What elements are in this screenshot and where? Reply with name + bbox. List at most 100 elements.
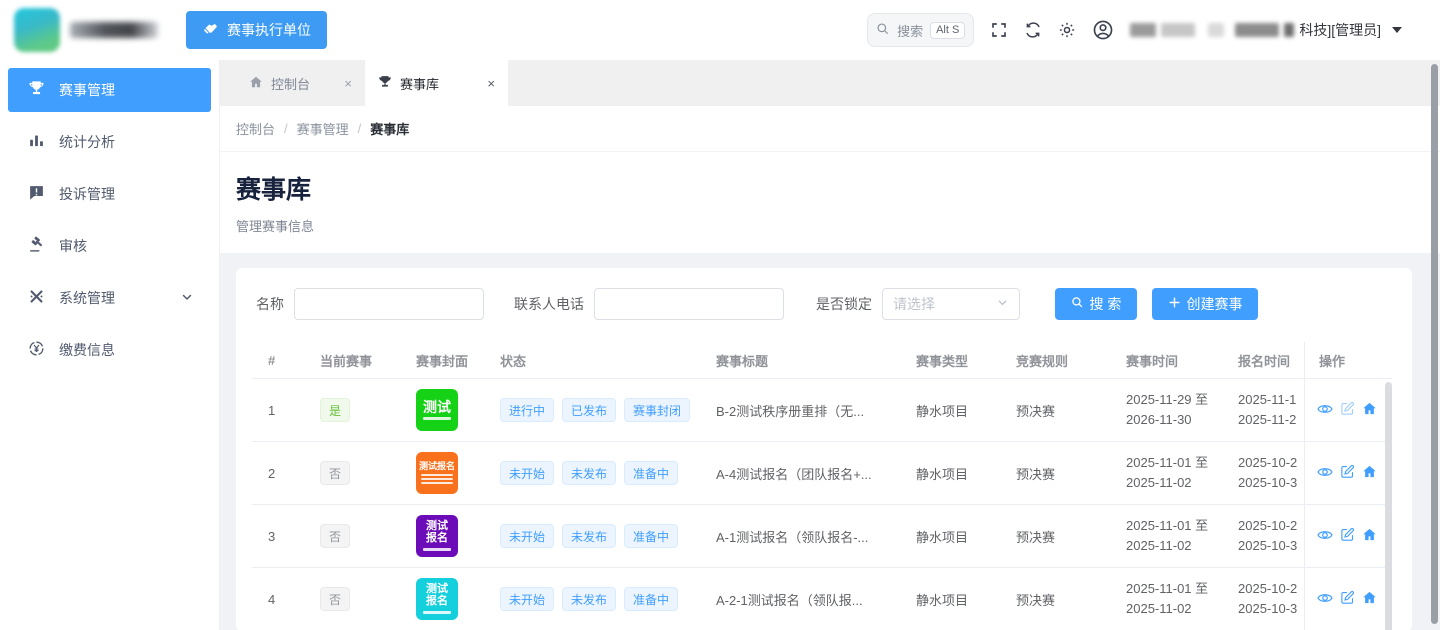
reg-time-start: 2025-10-2 xyxy=(1238,453,1297,473)
sidebar-item-audit[interactable]: 审核 xyxy=(8,224,211,268)
tab-label: 赛事库 xyxy=(400,74,439,93)
event-title: A-4测试报名（团队报名+... xyxy=(700,442,900,504)
event-cover-image[interactable]: 测试 报名 xyxy=(416,578,458,620)
org-unit-button[interactable]: 赛事执行单位 xyxy=(186,11,327,49)
home-icon[interactable] xyxy=(1362,401,1377,419)
sidebar-item-statistics[interactable]: 统计分析 xyxy=(8,120,211,164)
event-rule: 预决赛 xyxy=(1000,568,1110,630)
col-header-cover: 赛事封面 xyxy=(400,342,484,378)
col-header-title: 赛事标题 xyxy=(700,342,900,378)
row-index: 2 xyxy=(252,442,304,504)
sidebar-item-payment[interactable]: 缴费信息 xyxy=(8,328,211,372)
row-actions xyxy=(1305,442,1384,505)
view-icon[interactable] xyxy=(1317,590,1333,609)
global-search[interactable]: 搜索 Alt S xyxy=(867,13,974,47)
current-event-badge: 否 xyxy=(320,461,350,485)
event-type: 静水项目 xyxy=(900,568,1000,630)
breadcrumb-item[interactable]: 控制台 xyxy=(236,119,275,138)
reg-time-end: 2025-10-3 xyxy=(1238,536,1297,556)
event-time-start: 2025-11-01 至 xyxy=(1126,579,1208,599)
table-scrollbar[interactable] xyxy=(1385,382,1392,630)
sidebar-item-label: 系统管理 xyxy=(59,288,115,308)
status-badge: 赛事封闭 xyxy=(624,398,690,422)
main-area: 控制台 × 赛事库 × 控制台 / 赛事管理 / 赛事库 赛事库 管理赛事信息 … xyxy=(220,60,1440,630)
reg-time-start: 2025-10-2 xyxy=(1238,579,1297,599)
sidebar: 赛事管理 统计分析 投诉管理 审核 系统管理 缴费信息 xyxy=(0,60,220,630)
cover-text: 报名 xyxy=(426,596,448,608)
event-title: A-1测试报名（领队报名-... xyxy=(700,505,900,567)
event-cover-image[interactable]: 测试 报名 xyxy=(416,515,458,557)
trophy-icon xyxy=(28,80,45,100)
user-menu[interactable]: 科技][管理员] xyxy=(1130,20,1402,40)
close-icon[interactable]: × xyxy=(344,77,352,90)
user-avatar-icon[interactable] xyxy=(1092,19,1114,41)
page-scrollbar[interactable] xyxy=(1431,64,1438,624)
actions-column: 操作 xyxy=(1304,342,1384,630)
reg-time-start: 2025-10-2 xyxy=(1238,516,1297,536)
phone-filter-input[interactable] xyxy=(594,288,784,320)
search-button[interactable]: 搜 索 xyxy=(1055,288,1137,320)
fullscreen-icon[interactable] xyxy=(990,21,1008,39)
event-time-end: 2025-11-02 xyxy=(1126,473,1208,493)
col-header-current: 当前赛事 xyxy=(304,342,400,378)
tab-label: 控制台 xyxy=(271,74,310,93)
col-header-index: # xyxy=(252,342,304,378)
row-actions xyxy=(1305,568,1384,630)
current-event-badge: 是 xyxy=(320,398,350,422)
refresh-icon[interactable] xyxy=(1024,21,1042,39)
home-icon[interactable] xyxy=(1362,590,1377,608)
sidebar-item-system[interactable]: 系统管理 xyxy=(8,276,211,320)
sidebar-item-label: 审核 xyxy=(59,236,87,256)
edit-icon[interactable] xyxy=(1340,464,1355,482)
table-row: 1 是 测试 进行中 已发布 赛事封闭 B-2测试秩序册重排（无... xyxy=(252,379,1392,442)
app-logo xyxy=(14,8,174,52)
logo-image-redacted xyxy=(14,8,60,52)
name-filter-input[interactable] xyxy=(294,288,484,320)
event-rule: 预决赛 xyxy=(1000,379,1110,441)
breadcrumb: 控制台 / 赛事管理 / 赛事库 xyxy=(220,106,1440,152)
table-header-row: # 当前赛事 赛事封面 状态 赛事标题 赛事类型 竞赛规则 赛事时间 报名时间 xyxy=(252,342,1392,379)
event-time-start: 2025-11-01 至 xyxy=(1126,453,1208,473)
complaint-icon xyxy=(28,184,45,204)
event-cover-image[interactable]: 测试报名 xyxy=(416,452,458,494)
view-icon[interactable] xyxy=(1317,401,1333,420)
create-event-button[interactable]: 创建赛事 xyxy=(1152,288,1258,320)
close-icon[interactable]: × xyxy=(487,77,495,90)
breadcrumb-item[interactable]: 赛事管理 xyxy=(297,119,349,138)
sidebar-item-event-management[interactable]: 赛事管理 xyxy=(8,68,211,112)
lock-filter-select[interactable]: 请选择 xyxy=(882,288,1020,320)
col-header-actions: 操作 xyxy=(1305,342,1384,379)
theme-brightness-icon[interactable] xyxy=(1058,21,1076,39)
status-badge: 进行中 xyxy=(500,398,554,422)
edit-icon[interactable] xyxy=(1340,590,1355,608)
view-icon[interactable] xyxy=(1317,527,1333,546)
event-title: B-2测试秩序册重排（无... xyxy=(700,379,900,441)
view-icon[interactable] xyxy=(1317,464,1333,483)
event-cover-image[interactable]: 测试 xyxy=(416,389,458,431)
status-badge: 未开始 xyxy=(500,461,554,485)
status-badge: 未发布 xyxy=(562,524,616,548)
current-event-badge: 否 xyxy=(320,524,350,548)
gavel-icon xyxy=(28,236,45,256)
edit-icon[interactable] xyxy=(1340,401,1355,419)
home-icon[interactable] xyxy=(1362,464,1377,482)
sidebar-item-complaints[interactable]: 投诉管理 xyxy=(8,172,211,216)
status-cell: 未开始 未发布 准备中 xyxy=(484,505,700,567)
cover-caption-line xyxy=(421,478,453,480)
plus-icon xyxy=(1168,296,1181,312)
cover-text: 报名 xyxy=(426,533,448,545)
status-badge: 未开始 xyxy=(500,524,554,548)
edit-icon[interactable] xyxy=(1340,527,1355,545)
current-event-badge: 否 xyxy=(320,587,350,611)
breadcrumb-separator: / xyxy=(284,121,288,136)
reg-time-end: 2025-11-2 xyxy=(1238,410,1296,430)
breadcrumb-item-current: 赛事库 xyxy=(370,119,409,138)
tab-event-library[interactable]: 赛事库 × xyxy=(365,60,508,106)
tab-console[interactable]: 控制台 × xyxy=(236,60,365,106)
home-icon xyxy=(249,75,263,92)
row-index: 3 xyxy=(252,505,304,567)
home-icon[interactable] xyxy=(1362,527,1377,545)
col-header-status: 状态 xyxy=(484,342,700,378)
event-title: A-2-1测试报名（领队报... xyxy=(700,568,900,630)
event-table-card: 名称 联系人电话 是否锁定 请选择 搜 索 xyxy=(236,268,1412,630)
